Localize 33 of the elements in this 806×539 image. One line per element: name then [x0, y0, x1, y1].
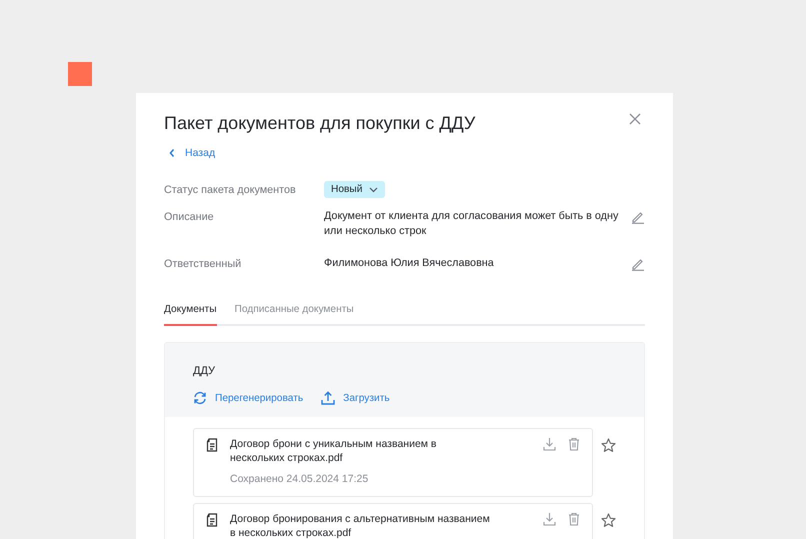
action-link[interactable]: Перегенерировать: [193, 391, 304, 405]
star-icon[interactable]: [601, 438, 616, 453]
trash-icon[interactable]: [568, 437, 580, 451]
pencil-icon[interactable]: [631, 210, 645, 224]
document-card[interactable]: Договор бронирования с альтернативным названием в нескольких строках.pdf: [193, 503, 593, 539]
back-link[interactable]: Назад: [168, 147, 216, 159]
close-icon[interactable]: [629, 113, 641, 125]
field-value: Документ от клиента для согласования может быть в одну или несколько строк: [324, 209, 620, 239]
saved-date: Сохранено 24.05.2024 17:25: [230, 472, 370, 486]
star-icon[interactable]: [601, 513, 616, 528]
field-label: Описание: [164, 210, 215, 225]
pencil-icon[interactable]: [631, 257, 645, 271]
action-link[interactable]: Загрузить: [321, 391, 390, 405]
logo-square: [68, 62, 92, 86]
section-title: ДДУ: [193, 365, 216, 377]
dialog-title: Пакет документов для покупки с ДДУ: [164, 113, 476, 134]
tab[interactable]: Документы: [164, 304, 217, 326]
document-icon: [206, 513, 218, 527]
refresh-icon: [193, 391, 207, 405]
status-dropdown[interactable]: Новый: [324, 181, 386, 198]
chevron-left-icon: [168, 148, 176, 158]
document-name: Договор брони с уникальным названием в нескольких строках.pdf: [230, 437, 438, 465]
download-icon[interactable]: [543, 512, 556, 526]
document-name: Договор бронирования с альтернативным названием в нескольких строках.pdf: [230, 512, 491, 539]
caret-icon: [369, 186, 378, 192]
field-label: Ответственный: [164, 257, 242, 272]
field-value: Филимонова Юлия Вячеславовна: [324, 256, 495, 271]
document-icon: [206, 438, 218, 452]
field-label: Статус пакета документов: [164, 183, 297, 198]
document-card[interactable]: Договор брони с уникальным названием в нескольких строках.pdf Сохранено 24.05.2024 17:25: [193, 428, 593, 497]
upload-icon: [321, 391, 336, 405]
download-icon[interactable]: [543, 437, 556, 451]
trash-icon[interactable]: [568, 512, 580, 526]
